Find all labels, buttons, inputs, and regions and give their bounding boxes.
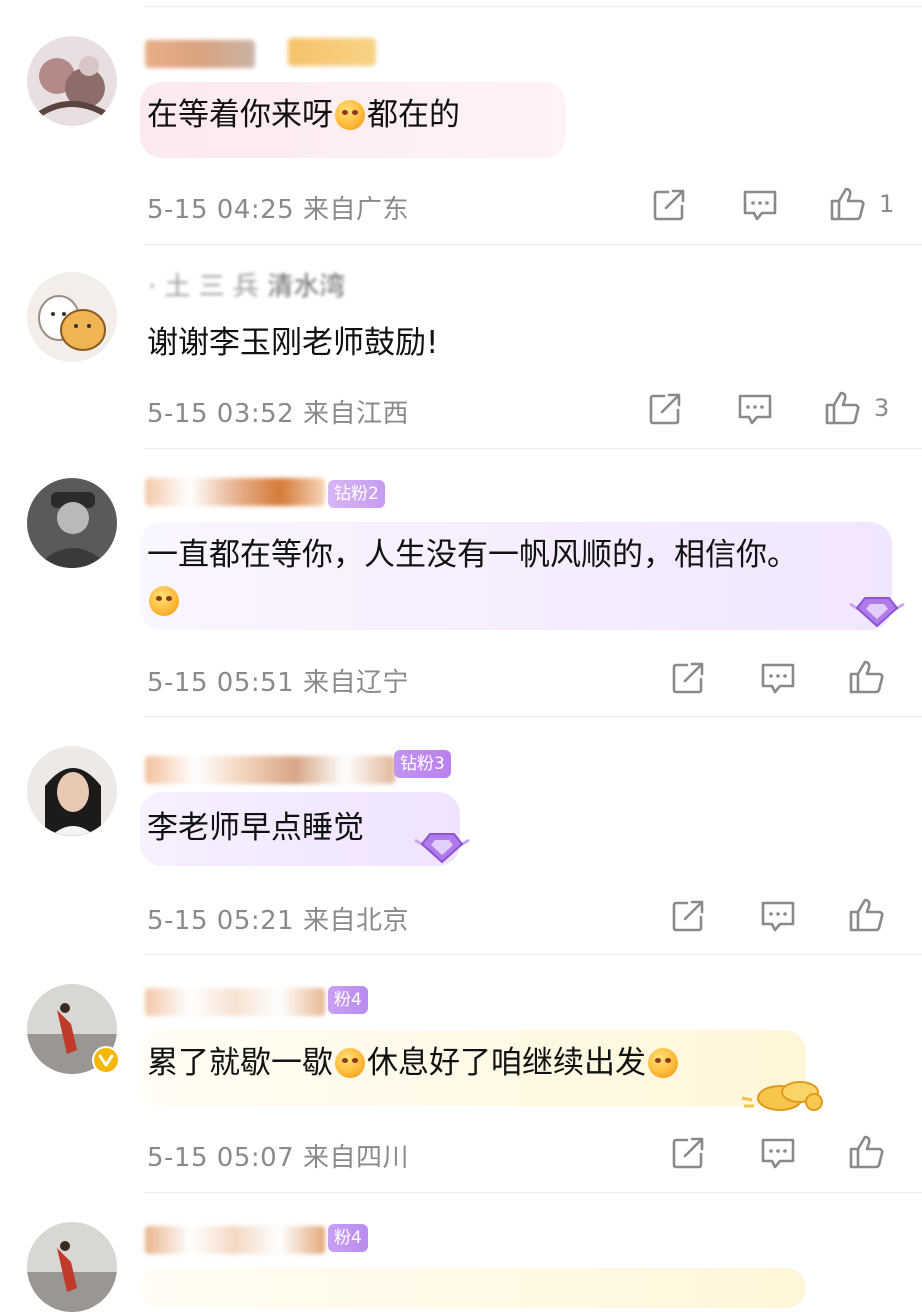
comment-button[interactable] [760, 899, 796, 933]
comment-content: 谢谢李玉刚老师鼓励! [147, 325, 439, 361]
like-count: 1 [879, 190, 895, 218]
divider [145, 244, 922, 245]
username-blurred[interactable] [145, 988, 325, 1016]
comment-text-tail: 都在的 [367, 97, 460, 133]
comment-time: 5-15 05:07 [147, 1143, 295, 1173]
share-button[interactable] [652, 188, 686, 222]
share-icon [672, 662, 704, 694]
comment-time: 5-15 03:52 [147, 399, 295, 429]
verified-badge-icon [92, 1046, 120, 1074]
divider [145, 954, 922, 955]
laugh-emoji-icon [335, 1048, 365, 1078]
diamond-decoration-icon [414, 833, 470, 864]
comment-icon [761, 1138, 795, 1169]
comment-text: 在等着你来呀 [147, 97, 333, 133]
username-blurred[interactable] [145, 40, 255, 68]
username-blurred[interactable] [145, 1226, 325, 1254]
comment-bubble [140, 1268, 806, 1308]
like-button[interactable] [848, 897, 886, 933]
divider [145, 6, 922, 7]
avatar[interactable] [27, 746, 117, 836]
comment-button[interactable] [742, 188, 778, 222]
like-icon [849, 898, 884, 932]
username-blurred[interactable] [145, 756, 395, 784]
comment-location: 来自北京 [302, 906, 409, 936]
share-icon [672, 900, 704, 932]
comment-button[interactable] [737, 392, 773, 426]
laugh-emoji-icon [335, 100, 365, 130]
comment-content: 李老师早点睡觉 [147, 810, 364, 846]
divider [145, 1192, 922, 1193]
share-button[interactable] [671, 1136, 705, 1170]
comment-icon [761, 663, 795, 694]
comment-meta: 5-15 05:07 来自四川 [147, 1137, 409, 1174]
comment-location: 来自四川 [302, 1143, 409, 1173]
comment-location: 来自辽宁 [302, 668, 409, 698]
username[interactable]: · 土 三 兵 清水湾 [148, 266, 345, 303]
like-button[interactable] [848, 1134, 886, 1170]
comment-meta: 5-15 05:21 来自北京 [147, 900, 409, 937]
gold-coins-decoration-icon [741, 1081, 823, 1111]
laugh-emoji-icon [648, 1048, 678, 1078]
comment-icon [738, 394, 772, 425]
divider [145, 716, 922, 717]
like-button[interactable]: 3 [824, 390, 889, 426]
share-icon [649, 393, 681, 425]
comment-icon [743, 190, 777, 221]
fan-badge: 钻粉2 [328, 480, 385, 508]
fan-badge-blurred [288, 38, 376, 66]
comment-meta: 5-15 03:52 来自江西 [147, 393, 409, 430]
divider [145, 448, 922, 449]
comment-time: 5-15 04:25 [147, 195, 295, 225]
comment-content: 在等着你来呀 都在的 [147, 92, 460, 138]
like-icon [849, 1135, 884, 1169]
comment-text-tail: 休息好了咱继续出发 [367, 1045, 646, 1081]
fan-badge: 粉4 [328, 986, 368, 1014]
comment-button[interactable] [760, 661, 796, 695]
like-icon [849, 660, 884, 694]
comment-location: 来自广东 [302, 195, 409, 225]
comment-meta: 5-15 04:25 来自广东 [147, 189, 409, 226]
avatar[interactable] [27, 1222, 117, 1312]
like-icon [830, 187, 865, 221]
diamond-decoration-icon [849, 597, 905, 628]
fan-badge: 粉4 [328, 1224, 368, 1252]
comment-time: 5-15 05:51 [147, 668, 295, 698]
comment-time: 5-15 05:21 [147, 906, 295, 936]
comment-text: 一直都在等你，人生没有一帆风顺的，相信你。 [147, 537, 798, 573]
like-icon [825, 391, 860, 425]
avatar[interactable] [27, 36, 117, 126]
share-icon [653, 189, 685, 221]
comment-location: 来自江西 [302, 399, 409, 429]
share-icon [672, 1137, 704, 1169]
share-button[interactable] [671, 899, 705, 933]
username-blurred[interactable] [145, 478, 325, 506]
like-count: 3 [874, 394, 890, 422]
comment-button[interactable] [760, 1136, 796, 1170]
comment-icon [761, 901, 795, 932]
fan-badge: 钻粉3 [394, 750, 451, 778]
laugh-emoji-icon [149, 586, 179, 616]
like-button[interactable] [848, 659, 886, 695]
comment-content: 累了就歇一歇 休息好了咱继续出发 [147, 1040, 680, 1086]
comment-meta: 5-15 05:51 来自辽宁 [147, 662, 409, 699]
share-button[interactable] [671, 661, 705, 695]
share-button[interactable] [648, 392, 682, 426]
like-button[interactable]: 1 [829, 186, 894, 222]
comment-text: 累了就歇一歇 [147, 1045, 333, 1081]
comment-content: 一直都在等你，人生没有一帆风顺的，相信你。 [147, 532, 798, 616]
avatar[interactable] [27, 478, 117, 568]
avatar[interactable] [27, 272, 117, 362]
